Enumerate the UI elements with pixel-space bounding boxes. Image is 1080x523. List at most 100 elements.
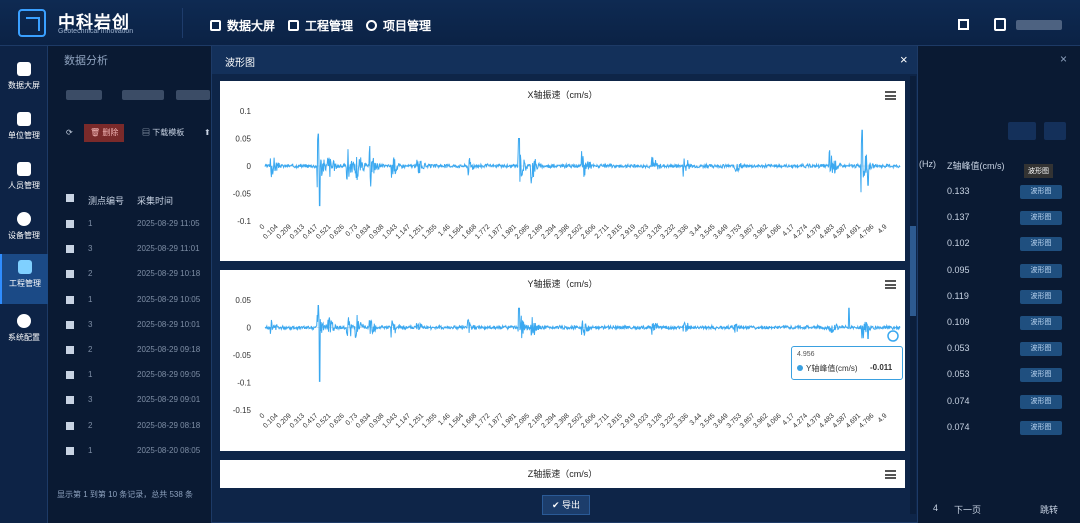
x-tick-label: 1.355 — [421, 412, 438, 429]
sidebar-item-label: 数据大屏 — [8, 81, 40, 90]
close-icon[interactable]: × — [1060, 52, 1067, 66]
scrollbar-thumb[interactable] — [910, 226, 916, 316]
sidebar-item-people[interactable]: 人员管理 — [0, 156, 48, 202]
row-checkbox[interactable] — [66, 371, 74, 380]
waveform-button[interactable]: 波形图 — [1020, 289, 1062, 304]
x-chart-panel: X轴振速（cm/s） 0.1 0.05 0 -0.05 -0.1 0 0.104 0.209 0… — [220, 81, 905, 261]
chart-menu-icon[interactable] — [885, 470, 896, 479]
sidebar-item-units[interactable]: 单位管理 — [0, 106, 48, 152]
columns-toggle-icon[interactable] — [1008, 122, 1036, 140]
z-peak-value: 0.109 — [947, 317, 970, 327]
z-chart-title: Z轴振速（cm/s） — [527, 469, 598, 479]
col-header-no[interactable]: 测点编号 — [88, 194, 124, 207]
sidebar: 数据大屏 单位管理 人员管理 设备管理 工程管理 系统配置 — [0, 46, 48, 523]
nav-data-screen[interactable]: 数据大屏 — [210, 17, 275, 34]
row-checkbox[interactable] — [66, 295, 74, 304]
sidebar-item-label: 单位管理 — [8, 131, 40, 140]
y-tick-label: 0.05 — [235, 135, 251, 144]
waveform-button[interactable]: 波形图 — [1020, 237, 1062, 252]
refresh-icon[interactable]: ⟳ — [60, 124, 79, 142]
z-peak-value: 0.053 — [947, 343, 970, 354]
table-row[interactable]: 2 2025-08-29 10:18 — [56, 262, 214, 287]
table-row[interactable]: 3 2025-08-29 10:01 — [56, 313, 214, 338]
x-tick-label: 0.626 — [329, 412, 346, 429]
row-no: 2 — [88, 420, 93, 430]
y-tick-label: -0.1 — [237, 379, 251, 388]
row-checkbox[interactable] — [66, 396, 74, 405]
table-row[interactable]: 2 2025-08-29 08:18 — [56, 414, 214, 439]
row-time: 2025-08-29 10:18 — [137, 269, 201, 279]
table-row[interactable]: 2 2025-08-29 09:18 — [56, 338, 214, 363]
x-tick-label: 4.9 — [877, 412, 889, 424]
table-row[interactable]: 3 2025-08-29 11:01 — [56, 237, 214, 262]
waveform-button[interactable]: 波形图 — [1020, 316, 1062, 330]
col-header-z-peak: Z轴峰值(cm/s) — [947, 161, 1005, 171]
page-number[interactable]: 4 — [933, 503, 938, 513]
x-tick-label: 2.606 — [580, 223, 597, 240]
nav-item-mgmt[interactable]: 项目管理 — [366, 17, 431, 34]
table-row[interactable]: 1 2025-08-29 11:05 — [56, 212, 214, 237]
sidebar-item-data-screen[interactable]: 数据大屏 — [0, 56, 48, 102]
y-tick-label: 0.1 — [240, 107, 252, 116]
sidebar-item-projects[interactable]: 工程管理 — [0, 254, 48, 304]
nav-project-mgmt[interactable]: 工程管理 — [288, 17, 353, 34]
x-tick-label: 0 — [259, 412, 267, 420]
person-card-icon — [17, 162, 31, 176]
jump-button[interactable]: 跳转 — [1040, 503, 1058, 516]
modal-scrollbar[interactable] — [910, 76, 916, 514]
waveform-button[interactable]: 波形图 — [1020, 342, 1062, 357]
row-checkbox[interactable] — [66, 320, 74, 329]
tooltip-x: 4.956 — [797, 351, 815, 358]
user-name-blurred[interactable] — [1016, 20, 1062, 30]
z-chart-panel: Z轴振速（cm/s） — [220, 460, 905, 488]
row-checkbox[interactable] — [66, 446, 74, 455]
waveform-button[interactable]: 波形图 — [1020, 368, 1062, 383]
x-chart: 0.10.050-0.05-0.100.1040.2090.3130.4170.… — [233, 107, 901, 241]
row-checkbox[interactable] — [66, 270, 74, 279]
x-tick-label: 3.336 — [673, 223, 690, 240]
nav-label: 数据大屏 — [227, 19, 276, 33]
sidebar-item-label: 人员管理 — [8, 181, 40, 190]
delete-button[interactable]: 🗑 删除 — [84, 124, 125, 142]
z-peak-value: 0.102 — [947, 238, 970, 249]
select-all-checkbox[interactable] — [66, 194, 74, 204]
z-peak-value: 0.137 — [947, 212, 970, 223]
records-info: 显示第 1 到第 10 条记录，总共 538 条 — [57, 490, 194, 499]
row-no: 2 — [88, 269, 93, 279]
col-header-time[interactable]: 采集时间 — [137, 194, 173, 207]
x-tick-label: 4.796 — [858, 412, 875, 429]
next-page-button[interactable]: 下一页 — [954, 503, 981, 516]
x-tick-label: 4.066 — [765, 223, 782, 240]
waveform-button[interactable]: 波形图 — [1020, 394, 1062, 409]
download-template-button[interactable]: ▤ 下载模板 — [136, 124, 190, 142]
user-icon[interactable] — [994, 18, 1006, 31]
table-row[interactable]: 1 2025-08-29 10:05 — [56, 288, 214, 313]
row-time: 2025-08-29 11:01 — [137, 244, 200, 254]
waveform-button[interactable]: 波形图 — [1020, 420, 1062, 435]
table-row[interactable]: 1 2025-08-29 09:05 — [56, 363, 214, 388]
row-no: 3 — [88, 319, 93, 329]
x-tick-label: 2.606 — [580, 412, 597, 429]
search-icon[interactable] — [1044, 122, 1066, 140]
row-no: 2 — [88, 345, 93, 354]
row-no: 3 — [88, 244, 93, 254]
z-peak-value: 0.133 — [947, 186, 970, 196]
export-button[interactable]: ✔ 导出 — [542, 495, 590, 515]
table-row[interactable]: 1 2025-08-20 08:05 — [56, 439, 214, 464]
table-row[interactable]: 3 2025-08-29 09:01 — [56, 388, 214, 413]
row-checkbox[interactable] — [66, 346, 74, 354]
waveform-button[interactable]: 波形图 — [1020, 185, 1062, 199]
row-checkbox[interactable] — [66, 245, 74, 254]
waveform-button[interactable]: 波形图 — [1020, 263, 1062, 278]
fullscreen-icon[interactable] — [958, 19, 969, 30]
waveform-button[interactable]: 波形图 — [1020, 211, 1062, 226]
modal-header: 波形图 × — [212, 46, 917, 74]
x-tick-label: 4.796 — [858, 223, 875, 240]
row-time: 2025-08-29 09:18 — [137, 345, 201, 354]
sidebar-item-settings[interactable]: 系统配置 — [0, 308, 48, 354]
row-checkbox[interactable] — [66, 220, 74, 228]
sidebar-item-devices[interactable]: 设备管理 — [0, 206, 48, 252]
modal-close-button[interactable]: × — [900, 52, 908, 67]
row-checkbox[interactable] — [66, 421, 74, 430]
calendar-icon — [17, 112, 31, 126]
